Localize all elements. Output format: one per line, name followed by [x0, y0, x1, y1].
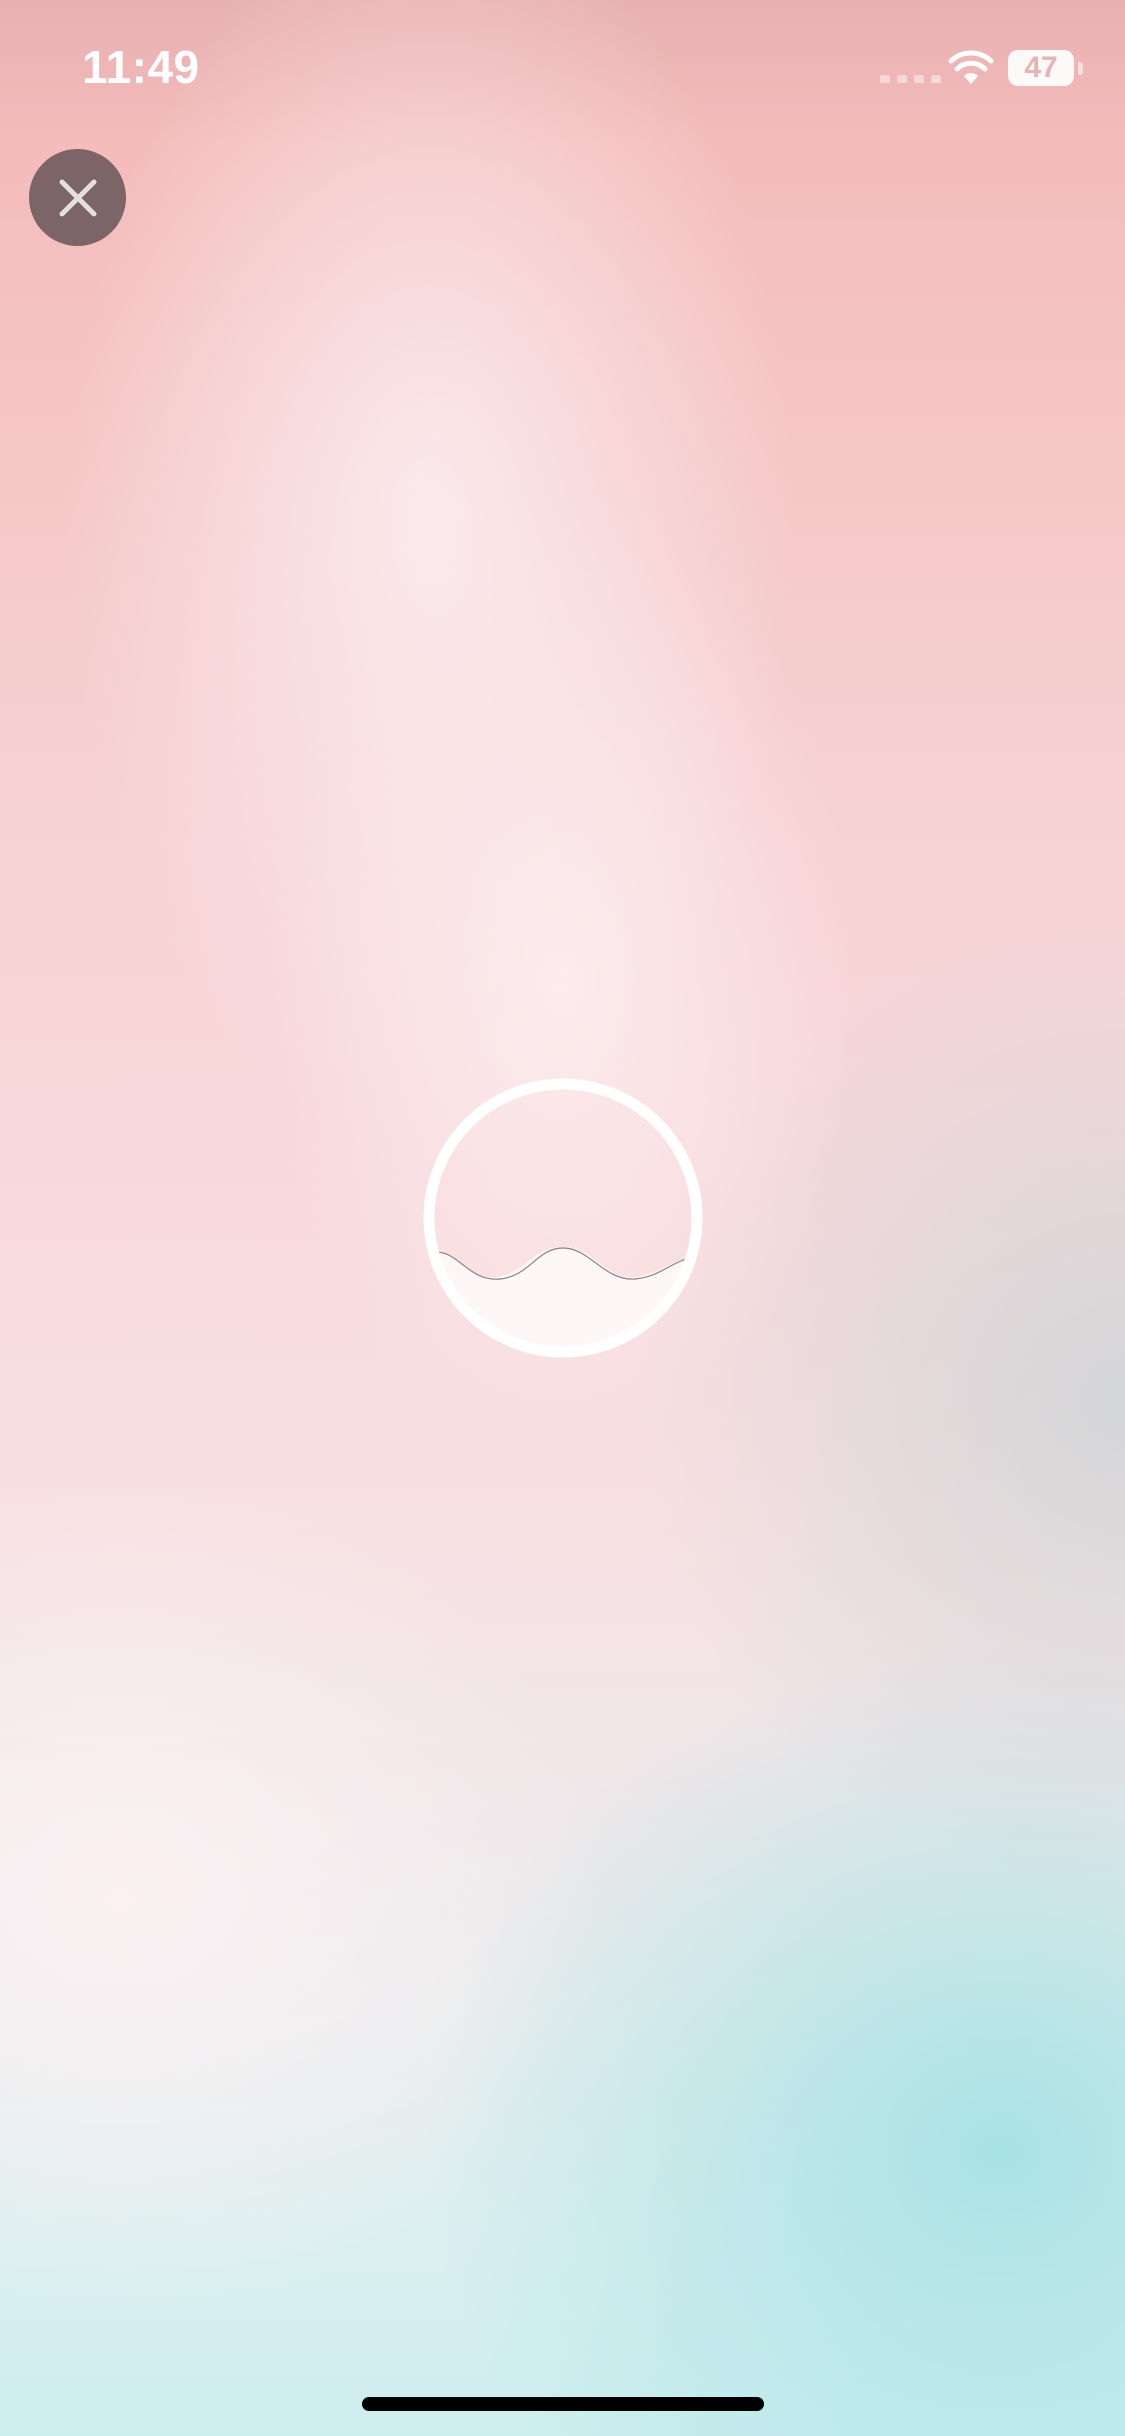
- cellular-signal-icon: [880, 75, 941, 83]
- status-bar: 11:49 47: [0, 0, 1125, 140]
- status-time: 11:49: [82, 41, 200, 93]
- battery-level: 47: [1024, 51, 1058, 84]
- battery-icon: 47: [1008, 50, 1074, 86]
- home-indicator[interactable]: [362, 2397, 764, 2411]
- close-icon: [59, 179, 96, 216]
- close-button[interactable]: [29, 149, 126, 246]
- screen: 11:49 47: [0, 0, 1125, 2436]
- wave-progress-loader: [422, 1077, 704, 1359]
- battery-tip: [1078, 62, 1083, 75]
- wave-progress-icon: [423, 1078, 703, 1358]
- wifi-icon: [948, 50, 994, 86]
